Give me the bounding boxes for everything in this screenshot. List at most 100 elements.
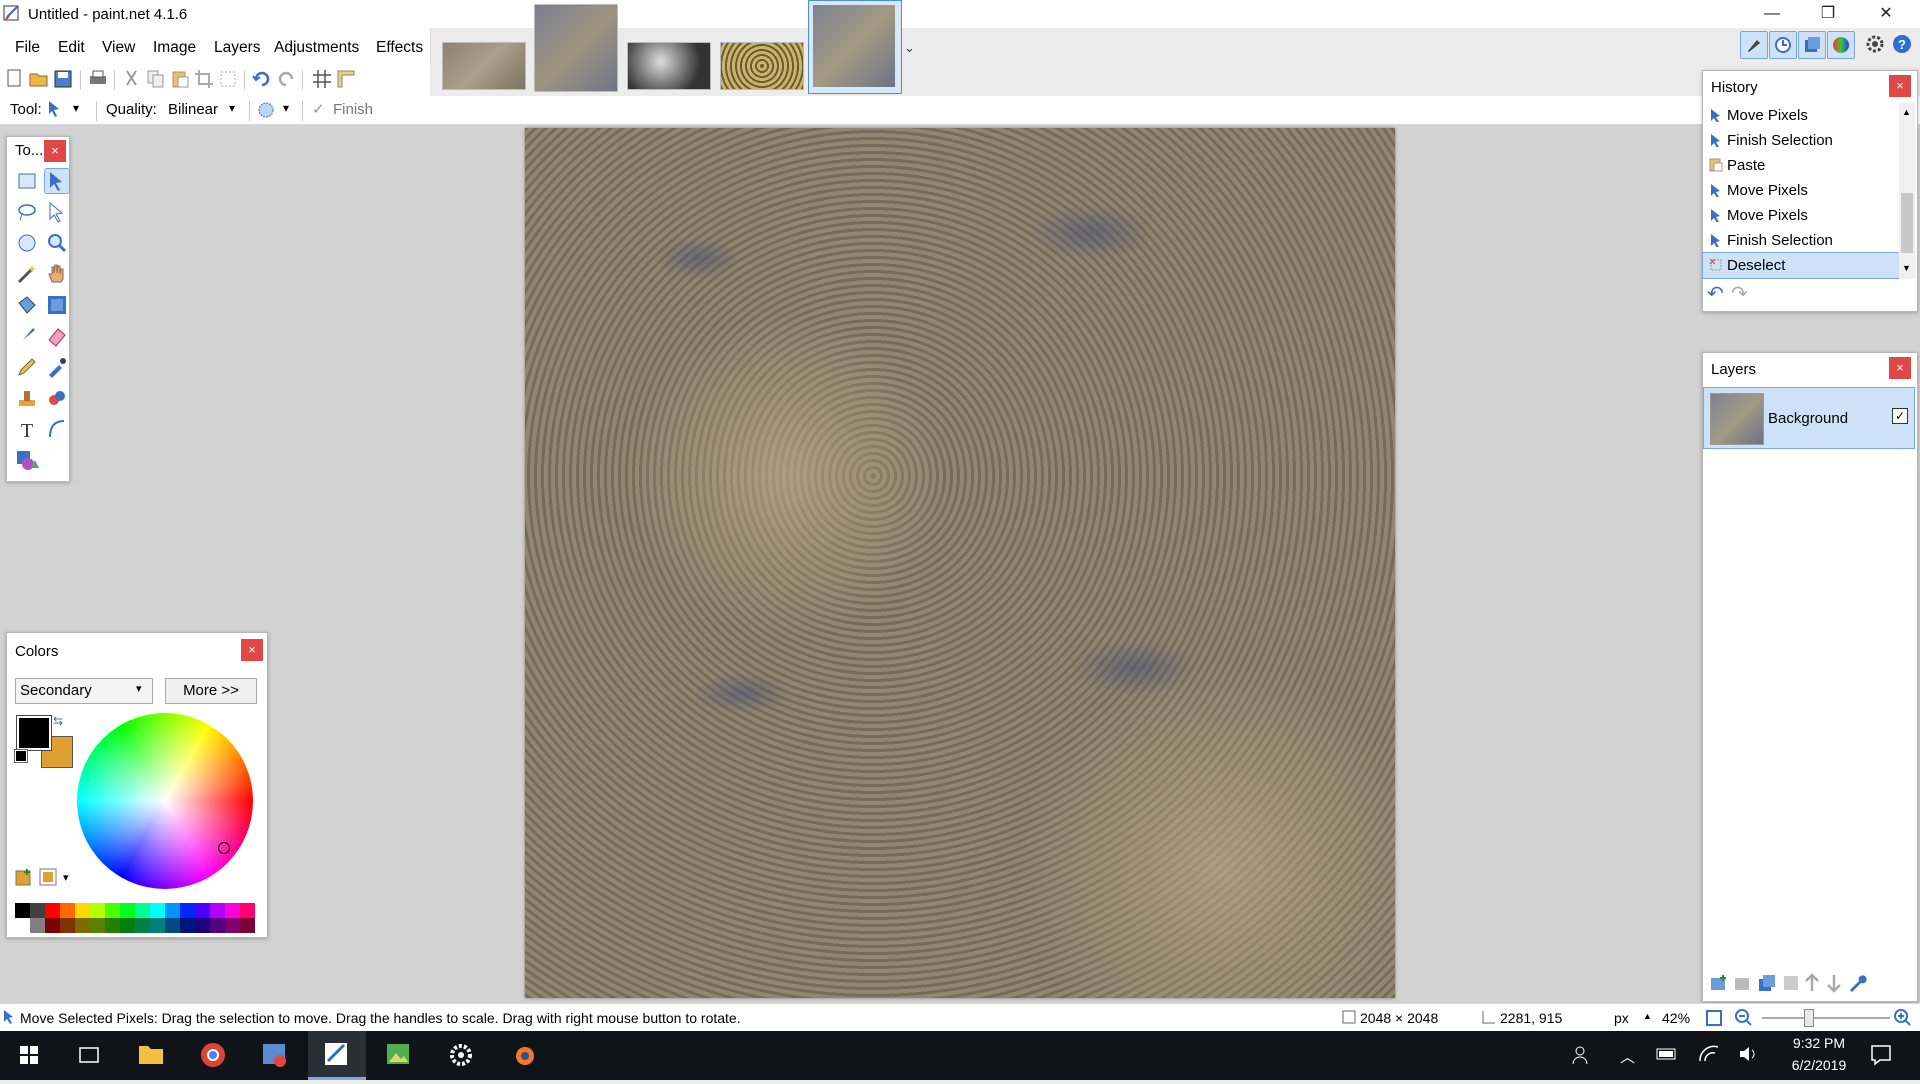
- zoom-slider[interactable]: [1762, 1009, 1890, 1027]
- new-file-icon[interactable]: [6, 69, 26, 89]
- zoom-level[interactable]: 42%: [1662, 1010, 1690, 1026]
- layers-window-toggle[interactable]: [1798, 31, 1826, 59]
- deselect-icon[interactable]: [218, 69, 238, 89]
- palette-swatch[interactable]: [225, 918, 240, 933]
- add-to-palette-icon[interactable]: [15, 868, 33, 890]
- palette-swatch[interactable]: [120, 918, 135, 933]
- delete-layer-icon[interactable]: [1733, 973, 1753, 997]
- clone-stamp-icon[interactable]: [15, 386, 39, 410]
- swap-colors-icon[interactable]: ⇆: [53, 714, 63, 728]
- image-tabs-more-icon[interactable]: ⌄: [904, 40, 915, 56]
- selection-mode-dropdown-icon[interactable]: ▾: [283, 101, 289, 115]
- palette-swatch[interactable]: [195, 918, 210, 933]
- print-icon[interactable]: [88, 69, 108, 89]
- palette-swatch[interactable]: [75, 903, 90, 918]
- image-tab-thumbnail[interactable]: [534, 4, 618, 92]
- recolor-icon[interactable]: [45, 386, 69, 410]
- menu-view[interactable]: View: [102, 39, 135, 57]
- zoom-to-window-icon[interactable]: [1704, 1008, 1724, 1032]
- grid-icon[interactable]: [312, 69, 332, 89]
- restore-button[interactable]: ❐: [1800, 0, 1856, 28]
- tools-panel-close-button[interactable]: ×: [44, 140, 66, 162]
- units-select[interactable]: px: [1614, 1010, 1629, 1026]
- palette-swatch[interactable]: [135, 903, 150, 918]
- redo-icon[interactable]: [276, 69, 296, 89]
- copy-icon[interactable]: [146, 69, 166, 89]
- palette-swatch[interactable]: [135, 918, 150, 933]
- history-item[interactable]: Move Pixels: [1703, 103, 1899, 128]
- history-item[interactable]: Move Pixels: [1703, 178, 1899, 203]
- lasso-select-icon[interactable]: [15, 200, 39, 224]
- history-item[interactable]: Deselect: [1702, 252, 1900, 279]
- eraser-icon[interactable]: [45, 324, 69, 348]
- line-curve-icon[interactable]: [45, 417, 69, 441]
- image-tab-selected[interactable]: [808, 0, 902, 94]
- history-item[interactable]: Finish Selection: [1703, 128, 1899, 153]
- ellipse-select-icon[interactable]: [15, 231, 39, 255]
- zoom-slider-thumb[interactable]: [1804, 1009, 1814, 1027]
- layers-panel-close-button[interactable]: ×: [1889, 357, 1911, 379]
- history-item[interactable]: Finish Selection: [1703, 228, 1899, 253]
- palette-swatch[interactable]: [90, 903, 105, 918]
- finish-button[interactable]: Finish: [333, 101, 373, 118]
- people-icon[interactable]: [1570, 1044, 1592, 1070]
- action-center-icon[interactable]: [1870, 1044, 1892, 1070]
- zoom-icon[interactable]: [45, 231, 69, 255]
- move-selected-pixels-icon[interactable]: [44, 168, 70, 194]
- palette-swatch[interactable]: [60, 903, 75, 918]
- palette-swatch[interactable]: [180, 903, 195, 918]
- history-undo-icon[interactable]: ↶: [1707, 281, 1724, 306]
- minimize-button[interactable]: —: [1744, 0, 1800, 28]
- snipping-tool-icon[interactable]: [246, 1031, 304, 1080]
- add-layer-icon[interactable]: [1709, 973, 1729, 997]
- palette-dropdown-icon[interactable]: ▾: [63, 871, 69, 884]
- image-viewer-icon[interactable]: [370, 1031, 428, 1080]
- move-layer-down-icon[interactable]: [1825, 973, 1843, 997]
- crop-to-selection-icon[interactable]: [194, 69, 214, 89]
- settings-icon[interactable]: [432, 1031, 490, 1080]
- paste-icon[interactable]: [170, 69, 190, 89]
- tools-window-toggle[interactable]: [1740, 31, 1768, 59]
- save-icon[interactable]: [53, 69, 73, 89]
- palette-swatch[interactable]: [195, 903, 210, 918]
- colors-panel-close-button[interactable]: ×: [241, 639, 263, 661]
- layer-visibility-checkbox[interactable]: ✓: [1892, 408, 1908, 424]
- menu-effects[interactable]: Effects: [376, 39, 423, 57]
- more-colors-button[interactable]: More >>: [165, 678, 257, 704]
- selection-mode-icon[interactable]: [256, 100, 276, 124]
- palette-swatch[interactable]: [60, 918, 75, 933]
- paint-bucket-icon[interactable]: [15, 293, 39, 317]
- history-panel-close-button[interactable]: ×: [1889, 75, 1911, 97]
- move-selected-pixels-icon[interactable]: [46, 99, 66, 123]
- palette-swatch[interactable]: [165, 918, 180, 933]
- scroll-up-icon[interactable]: ▲: [1902, 107, 1911, 117]
- palette-swatch[interactable]: [210, 903, 225, 918]
- rulers-icon[interactable]: [336, 69, 356, 89]
- clock-date[interactable]: 6/2/2019: [1784, 1057, 1854, 1073]
- paintbrush-icon[interactable]: [15, 324, 39, 348]
- clock-time[interactable]: 9:32 PM: [1784, 1035, 1854, 1051]
- palette-swatch[interactable]: [105, 903, 120, 918]
- palette-swatch[interactable]: [180, 918, 195, 933]
- text-icon[interactable]: T: [15, 417, 39, 442]
- history-window-toggle[interactable]: [1769, 31, 1797, 59]
- history-scrollbar[interactable]: ▲ ▼: [1899, 103, 1915, 279]
- quality-select[interactable]: Bilinear: [168, 101, 218, 118]
- units-dropdown-icon[interactable]: ▲: [1643, 1011, 1652, 1021]
- pencil-icon[interactable]: [15, 355, 39, 379]
- open-file-icon[interactable]: [29, 69, 49, 89]
- move-selection-icon[interactable]: [45, 200, 69, 224]
- palette-swatch[interactable]: [15, 918, 30, 933]
- scrollbar-thumb[interactable]: [1901, 193, 1913, 253]
- shapes-icon[interactable]: [15, 448, 39, 472]
- color-wheel[interactable]: [77, 713, 253, 889]
- battery-icon[interactable]: [1656, 1046, 1678, 1066]
- palette-swatch[interactable]: [240, 903, 255, 918]
- menu-layers[interactable]: Layers: [214, 39, 261, 57]
- blender-icon[interactable]: [494, 1031, 552, 1080]
- palette-swatch[interactable]: [150, 918, 165, 933]
- magic-wand-icon[interactable]: [15, 262, 39, 286]
- palette-swatch[interactable]: [45, 918, 60, 933]
- palette-swatch[interactable]: [30, 918, 45, 933]
- color-wheel-handle[interactable]: [218, 842, 230, 854]
